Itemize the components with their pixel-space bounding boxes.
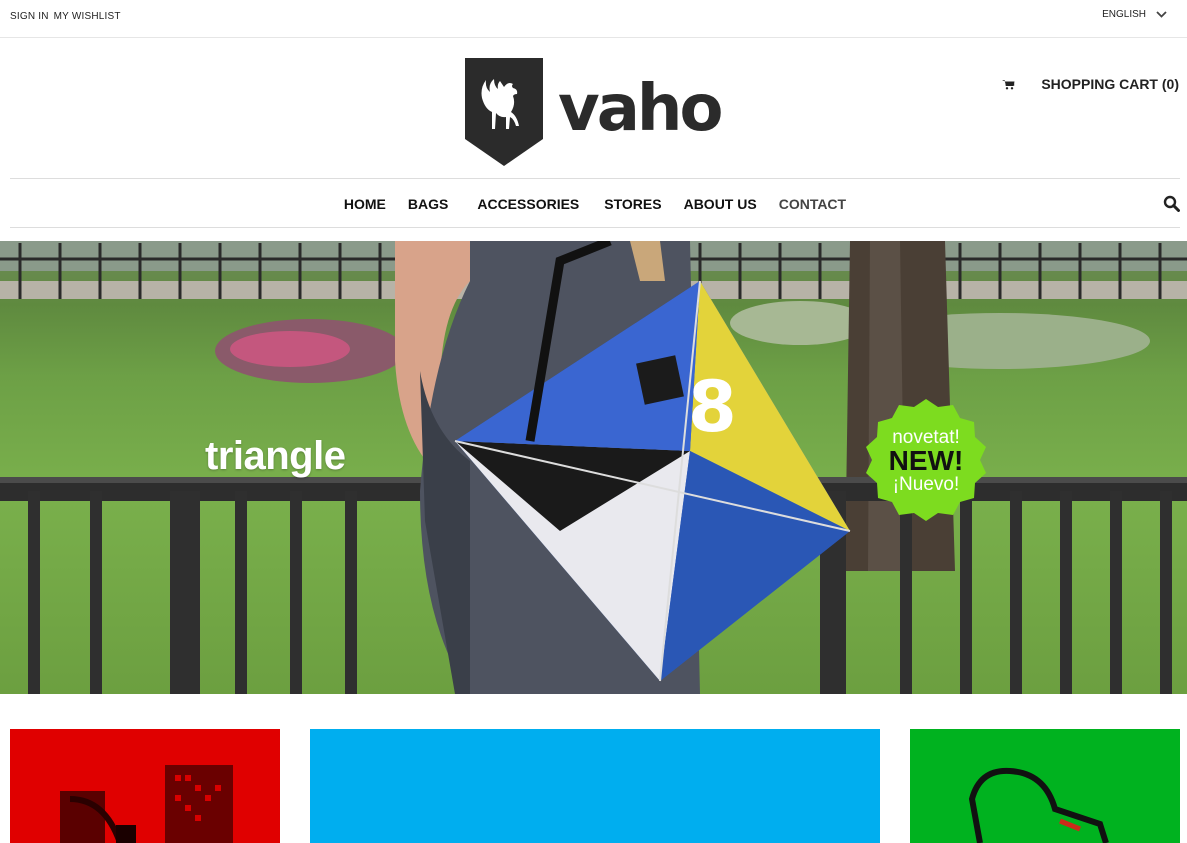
- hero-photo: 8: [0, 241, 1187, 694]
- bag-number: 8: [688, 366, 737, 448]
- red-products-image: [60, 765, 233, 843]
- nav-item-bags[interactable]: BAGS: [408, 196, 448, 212]
- nav-menu: HOME BAGS ACCESSORIES STORES ABOUT US CO…: [10, 196, 1180, 212]
- chevron-down-icon: [1156, 11, 1167, 18]
- language-label: ENGLISH: [1102, 9, 1146, 20]
- site-header: vaho SHOPPING CART (0): [0, 38, 1187, 178]
- cart-icon: [1002, 79, 1015, 89]
- wishlist-link[interactable]: MY WISHLIST: [54, 11, 121, 22]
- badge-line-2: NEW!: [888, 445, 964, 476]
- new-badge: novetat! NEW! ¡Nuevo!: [866, 424, 986, 494]
- brand-logo[interactable]: vaho: [464, 57, 723, 167]
- hero-banner[interactable]: 8 triangle novetat! NEW! ¡Nuevo!: [0, 241, 1187, 694]
- promo-tile-red[interactable]: [10, 729, 280, 843]
- cart-label: SHOPPING CART (0): [1041, 76, 1179, 92]
- nav-item-accessories[interactable]: ACCESSORIES: [477, 196, 579, 212]
- search-icon[interactable]: [1163, 195, 1180, 212]
- nav-item-stores[interactable]: STORES: [604, 196, 661, 212]
- green-product-image: [968, 767, 1109, 843]
- nav-item-about-us[interactable]: ABOUT US: [684, 196, 757, 212]
- language-selector[interactable]: ENGLISH: [1102, 9, 1167, 20]
- promo-tile-green[interactable]: [910, 729, 1180, 843]
- nav-item-home[interactable]: HOME: [344, 196, 386, 212]
- brand-name: vaho: [558, 72, 723, 146]
- main-navigation: HOME BAGS ACCESSORIES STORES ABOUT US CO…: [10, 178, 1180, 228]
- shopping-cart[interactable]: SHOPPING CART (0): [1002, 76, 1179, 92]
- badge-line-3: ¡Nuevo!: [892, 474, 960, 495]
- nav-item-contact[interactable]: CONTACT: [779, 196, 846, 212]
- hero-caption: triangle: [205, 434, 346, 478]
- rooster-shield-icon: [465, 58, 543, 166]
- account-links: SIGN IN MY WISHLIST: [10, 11, 121, 22]
- promo-tile-blue[interactable]: [310, 729, 880, 843]
- top-bar: SIGN IN MY WISHLIST ENGLISH: [0, 0, 1187, 38]
- sign-in-link[interactable]: SIGN IN: [10, 11, 49, 22]
